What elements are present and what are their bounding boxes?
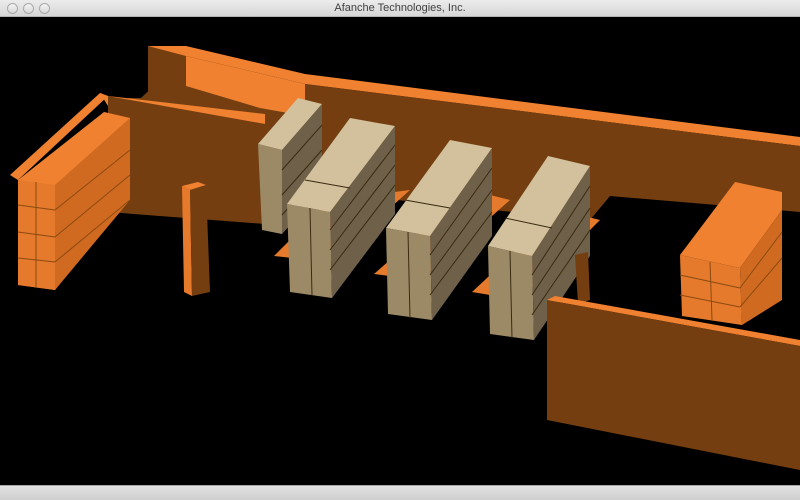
- window-bottom-bar: [0, 485, 800, 500]
- title-bar[interactable]: Afanche Technologies, Inc.: [0, 0, 800, 17]
- window-title: Afanche Technologies, Inc.: [334, 2, 466, 14]
- pillar: [182, 182, 210, 296]
- 3d-viewport[interactable]: [0, 17, 800, 485]
- warehouse-3d-scene: [0, 17, 800, 485]
